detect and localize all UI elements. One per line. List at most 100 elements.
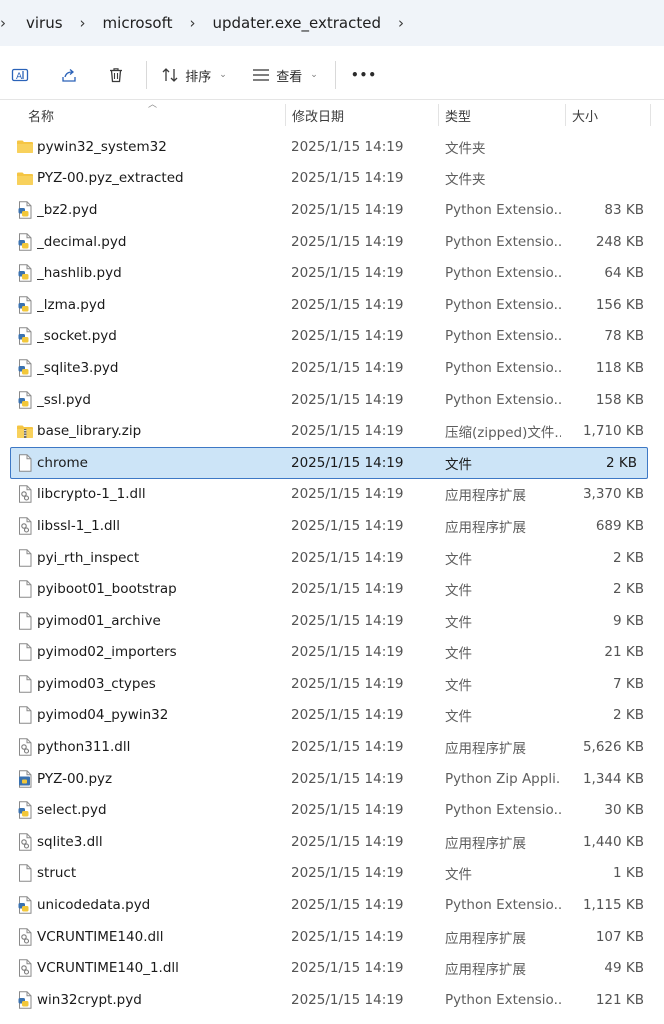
- file-size: 7 KB: [613, 675, 644, 692]
- blank-file-icon: [16, 858, 34, 890]
- file-type: 文件: [445, 677, 472, 694]
- column-header-date[interactable]: 修改日期: [292, 100, 344, 130]
- table-row[interactable]: _hashlib.pyd 2025/1/15 14:19 Python Extens…: [0, 257, 664, 289]
- file-modified-date: 2025/1/15 14:19: [291, 201, 404, 218]
- sort-label: 排序: [185, 69, 212, 85]
- file-type: 应用程序扩展: [445, 741, 526, 758]
- chevron-right-icon[interactable]: ›: [178, 14, 206, 32]
- file-type: Python Extensio...: [445, 328, 561, 345]
- delete-button[interactable]: [96, 57, 136, 93]
- table-row[interactable]: _sqlite3.pyd 2025/1/15 14:19 Python Extens…: [0, 352, 664, 384]
- table-row[interactable]: base_library.zip 2025/1/15 14:19 压缩(zipped…: [0, 415, 664, 447]
- blank-file-icon: [16, 700, 34, 732]
- file-name: PYZ-00.pyz: [37, 770, 113, 787]
- breadcrumb-item-virus[interactable]: virus: [20, 14, 69, 32]
- column-resize-handle[interactable]: [650, 104, 651, 126]
- file-modified-date: 2025/1/15 14:19: [291, 612, 404, 629]
- folder-icon: [16, 163, 34, 195]
- share-button[interactable]: [46, 57, 92, 93]
- table-row[interactable]: select.pyd 2025/1/15 14:19 Python Extensio…: [0, 794, 664, 826]
- file-modified-date: 2025/1/15 14:19: [291, 549, 404, 566]
- view-button[interactable]: 查看 ⌄: [245, 57, 325, 93]
- file-type: 文件: [445, 646, 472, 663]
- file-modified-date: 2025/1/15 14:19: [291, 517, 404, 534]
- file-modified-date: 2025/1/15 14:19: [291, 675, 404, 692]
- sort-button[interactable]: 排序 ⌄: [157, 57, 231, 93]
- chevron-right-icon[interactable]: ›: [0, 14, 20, 32]
- file-name: pyimod03_ctypes: [37, 675, 156, 692]
- python-file-icon: [16, 984, 34, 1016]
- blank-file-icon: [16, 605, 34, 637]
- blank-file-icon: [16, 637, 34, 669]
- table-row[interactable]: unicodedata.pyd 2025/1/15 14:19 Python Ext…: [0, 889, 664, 921]
- share-icon: [62, 69, 76, 82]
- file-modified-date: 2025/1/15 14:19: [291, 865, 404, 882]
- sort-icon: [162, 68, 178, 82]
- table-row[interactable]: _lzma.pyd 2025/1/15 14:19 Python Extensio.…: [0, 289, 664, 321]
- table-row[interactable]: win32crypt.pyd 2025/1/15 14:19 Python Exte…: [0, 984, 664, 1016]
- table-row[interactable]: _ssl.pyd 2025/1/15 14:19 Python Extensio..…: [0, 384, 664, 416]
- chevron-right-icon[interactable]: ›: [69, 14, 97, 32]
- table-row[interactable]: VCRUNTIME140.dll 2025/1/15 14:19 应用程序扩展 107…: [0, 921, 664, 953]
- file-size: 2 KB: [606, 454, 637, 471]
- python-file-icon: [16, 257, 34, 289]
- file-type: Python Zip Appli...: [445, 770, 561, 787]
- more-options-button[interactable]: •••: [346, 57, 382, 93]
- table-row[interactable]: PYZ-00.pyz 2025/1/15 14:19 Python Zip Appl…: [0, 763, 664, 795]
- view-icon: [253, 69, 270, 81]
- table-row[interactable]: _bz2.pyd 2025/1/15 14:19 Python Extensio..…: [0, 194, 664, 226]
- file-type: Python Extensio...: [445, 201, 561, 218]
- column-resize-handle[interactable]: [565, 104, 566, 126]
- table-row[interactable]: python311.dll 2025/1/15 14:19 应用程序扩展 5,626 …: [0, 731, 664, 763]
- python-file-icon: [16, 889, 34, 921]
- table-row[interactable]: pyimod03_ctypes 2025/1/15 14:19 文件 7 KB: [0, 668, 664, 700]
- table-row[interactable]: _socket.pyd 2025/1/15 14:19 Python Extensi…: [0, 321, 664, 353]
- file-name: VCRUNTIME140.dll: [37, 928, 164, 945]
- file-type: 应用程序扩展: [445, 488, 526, 505]
- view-label: 查看: [276, 69, 303, 85]
- file-type: 压缩(zipped)文件...: [445, 425, 561, 442]
- file-type: 文件夹: [445, 172, 486, 189]
- breadcrumb-item-current[interactable]: updater.exe_extracted: [206, 14, 386, 32]
- file-size: 1 KB: [613, 865, 644, 882]
- dll-file-icon: [16, 479, 34, 511]
- table-row[interactable]: VCRUNTIME140_1.dll 2025/1/15 14:19 应用程序扩展 4…: [0, 952, 664, 984]
- file-name: _socket.pyd: [37, 328, 117, 345]
- python-file-icon: [16, 384, 34, 416]
- table-row[interactable]: PYZ-00.pyz_extracted 2025/1/15 14:19 文件夹: [0, 163, 664, 195]
- table-row[interactable]: pyimod02_importers 2025/1/15 14:19 文件 21 KB: [0, 637, 664, 669]
- file-name: _decimal.pyd: [37, 233, 127, 250]
- sort-ascending-icon: ︿: [148, 100, 158, 110]
- table-row[interactable]: sqlite3.dll 2025/1/15 14:19 应用程序扩展 1,440 KB: [0, 826, 664, 858]
- file-size: 156 KB: [595, 296, 644, 313]
- file-modified-date: 2025/1/15 14:19: [291, 170, 404, 187]
- table-row[interactable]: struct 2025/1/15 14:19 文件 1 KB: [0, 858, 664, 890]
- file-name: select.pyd: [37, 802, 107, 819]
- file-name: pyiboot01_bootstrap: [37, 581, 177, 598]
- column-header-row: ︿ 名称 修改日期 类型 大小: [0, 99, 664, 130]
- file-type: 文件: [445, 709, 472, 726]
- column-header-size[interactable]: 大小: [572, 100, 598, 130]
- table-row[interactable]: pywin32_system32 2025/1/15 14:19 文件夹: [0, 131, 664, 163]
- table-row[interactable]: pyimod01_archive 2025/1/15 14:19 文件 9 KB: [0, 605, 664, 637]
- table-row[interactable]: libssl-1_1.dll 2025/1/15 14:19 应用程序扩展 689 K…: [0, 510, 664, 542]
- file-type: 文件: [445, 867, 472, 884]
- table-row[interactable]: pyimod04_pywin32 2025/1/15 14:19 文件 2 KB: [0, 700, 664, 732]
- file-size: 1,115 KB: [582, 897, 644, 914]
- rename-button[interactable]: A: [0, 57, 40, 93]
- table-row[interactable]: pyi_rth_inspect 2025/1/15 14:19 文件 2 KB: [0, 542, 664, 574]
- breadcrumb-item-microsoft[interactable]: microsoft: [97, 14, 179, 32]
- file-name: win32crypt.pyd: [37, 991, 142, 1008]
- column-resize-handle[interactable]: [285, 104, 286, 126]
- table-row[interactable]: _decimal.pyd 2025/1/15 14:19 Python Extens…: [0, 226, 664, 258]
- column-header-type[interactable]: 类型: [445, 100, 471, 130]
- chevron-right-icon[interactable]: ›: [387, 14, 415, 32]
- dll-file-icon: [16, 921, 34, 953]
- file-list: pywin32_system32 2025/1/15 14:19 文件夹 PYZ-00…: [0, 131, 664, 1016]
- column-header-name[interactable]: 名称: [28, 100, 54, 130]
- table-row[interactable]: pyiboot01_bootstrap 2025/1/15 14:19 文件 2 KB: [0, 573, 664, 605]
- table-row[interactable]: libcrypto-1_1.dll 2025/1/15 14:19 应用程序扩展 3,…: [0, 479, 664, 511]
- file-name: pyimod01_archive: [37, 612, 161, 629]
- table-row-selected[interactable]: chrome 2025/1/15 14:19 文件 2 KB: [10, 446, 648, 479]
- column-resize-handle[interactable]: [438, 104, 439, 126]
